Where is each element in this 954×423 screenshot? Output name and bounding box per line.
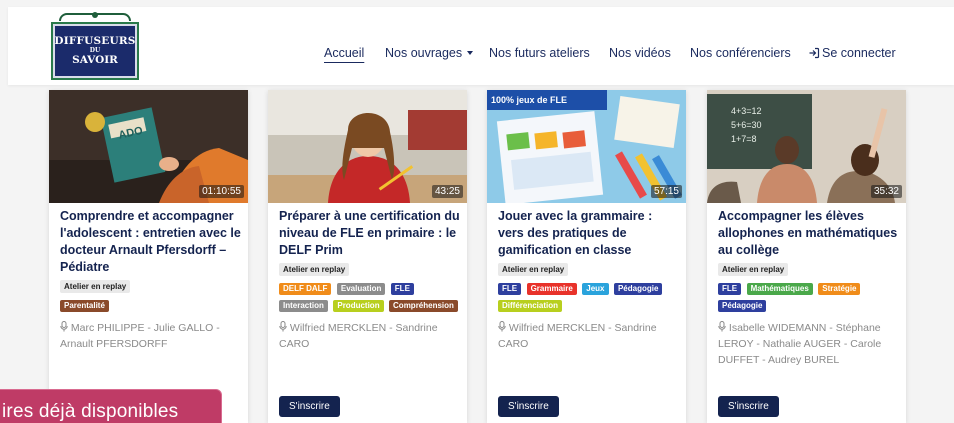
video-duration: 57:15: [650, 185, 682, 198]
nav-nos-videos[interactable]: Nos vidéos: [609, 46, 671, 60]
signup-button[interactable]: S'inscrire: [498, 396, 559, 417]
svg-text:100% jeux de FLE: 100% jeux de FLE: [491, 95, 567, 105]
replay-badge: Atelier en replay: [498, 263, 569, 276]
card-title[interactable]: Préparer à une certification du niveau d…: [279, 208, 461, 259]
workshop-card[interactable]: 4+3=12 5+6=30 1+7=8 35:32 Accompagner le…: [707, 90, 906, 423]
logo-line-3: SAVOIR: [72, 54, 118, 67]
logo-ornament: [59, 12, 131, 21]
svg-text:4+3=12: 4+3=12: [731, 106, 762, 116]
tag-pedagogie[interactable]: Pédagogie: [613, 283, 663, 295]
video-thumbnail[interactable]: 43:25: [268, 90, 467, 203]
tag-strategie[interactable]: Stratégie: [818, 283, 861, 295]
signup-button[interactable]: S'inscrire: [279, 396, 340, 417]
video-thumbnail[interactable]: 4+3=12 5+6=30 1+7=8 35:32: [707, 90, 906, 203]
logo-plate: DIFFUSEURS DU SAVOIR: [51, 22, 139, 80]
microphone-icon: [718, 321, 726, 332]
card-body: Comprendre et accompagner l'adolescent :…: [60, 208, 242, 352]
speakers: Wilfried MERCKLEN - Sandrine CARO: [498, 320, 680, 352]
logo-line-1: DIFFUSEURS: [54, 34, 136, 47]
video-thumbnail[interactable]: ADO 01:10:55: [49, 90, 248, 203]
card-title[interactable]: Comprendre et accompagner l'adolescent :…: [60, 208, 242, 276]
workshop-card[interactable]: 43:25 Préparer à une certification du ni…: [268, 90, 467, 423]
replay-badge: Atelier en replay: [279, 263, 350, 276]
speakers: Isabelle WIDEMANN - Stéphane LEROY - Nat…: [718, 320, 900, 368]
tag-fle[interactable]: FLE: [498, 283, 522, 295]
tag-production[interactable]: Production: [333, 300, 384, 312]
nav-se-connecter-label: Se connecter: [822, 46, 896, 60]
microphone-icon: [498, 321, 506, 332]
tag-delf-dalf[interactable]: DELF DALF: [279, 283, 332, 295]
tag-list: FLE Mathématiques Stratégie Pédagogie: [718, 280, 900, 314]
tag-fle[interactable]: FLE: [718, 283, 742, 295]
speaker-names: Wilfried MERCKLEN - Sandrine CARO: [279, 322, 438, 350]
nav-nos-futurs-ateliers[interactable]: Nos futurs ateliers: [489, 46, 590, 60]
nav-accueil-label: Accueil: [324, 46, 365, 60]
speakers: Wilfried MERCKLEN - Sandrine CARO: [279, 320, 461, 352]
tag-differenciation[interactable]: Différenciation: [498, 300, 563, 312]
tag-fle[interactable]: FLE: [390, 283, 414, 295]
banner-text: ires déjà disponibles: [2, 401, 179, 422]
svg-text:5+6=30: 5+6=30: [731, 120, 762, 130]
nav-nos-conferenciers[interactable]: Nos conférenciers: [690, 46, 791, 60]
tag-mathematiques[interactable]: Mathématiques: [746, 283, 813, 295]
site-header: DIFFUSEURS DU SAVOIR Accueil Nos ouvrage…: [8, 7, 954, 85]
nav-nos-ouvrages-label: Nos ouvrages: [385, 46, 463, 60]
nav-se-connecter[interactable]: Se connecter: [808, 46, 896, 60]
tag-list: Parentalité: [60, 297, 242, 314]
video-duration: 01:10:55: [199, 185, 244, 198]
diffuseurs-du-savoir-logo[interactable]: DIFFUSEURS DU SAVOIR: [51, 12, 139, 83]
workshop-card[interactable]: 100% jeux de FLE 57:15 Jouer avec la gra…: [487, 90, 686, 423]
nav-conferenciers-label: Nos conférenciers: [690, 46, 791, 60]
nav-accueil[interactable]: Accueil: [324, 46, 364, 60]
tag-list: DELF DALF Evaluation FLE Interaction Pro…: [279, 280, 461, 314]
speakers: Marc PHILIPPE - Julie GALLO - Arnault PF…: [60, 320, 242, 352]
card-body: Accompagner les élèves allophones en mat…: [718, 208, 900, 368]
nav-nos-ouvrages[interactable]: Nos ouvrages: [385, 46, 474, 60]
replay-badge: Atelier en replay: [718, 263, 789, 276]
signup-button[interactable]: S'inscrire: [718, 396, 779, 417]
speaker-names: Isabelle WIDEMANN - Stéphane LEROY - Nat…: [718, 322, 882, 366]
tag-parentalite[interactable]: Parentalité: [60, 300, 109, 312]
svg-text:1+7=8: 1+7=8: [731, 134, 757, 144]
chevron-down-icon: [467, 51, 474, 55]
tag-grammaire[interactable]: Grammaire: [526, 283, 577, 295]
tag-interaction[interactable]: Interaction: [279, 300, 328, 312]
speaker-names: Wilfried MERCKLEN - Sandrine CARO: [498, 322, 657, 350]
microphone-icon: [279, 321, 287, 332]
video-thumbnail[interactable]: 100% jeux de FLE 57:15: [487, 90, 686, 203]
tag-list: FLE Grammaire Jeux Pédagogie Différencia…: [498, 280, 680, 314]
tag-comprehension[interactable]: Compréhension: [389, 300, 458, 312]
login-icon: [809, 47, 820, 59]
tag-evaluation[interactable]: Evaluation: [336, 283, 386, 295]
video-duration: 35:32: [870, 185, 902, 198]
microphone-icon: [60, 321, 68, 332]
card-body: Jouer avec la grammaire : vers des prati…: [498, 208, 680, 352]
card-title[interactable]: Jouer avec la grammaire : vers des prati…: [498, 208, 680, 259]
tag-jeux[interactable]: Jeux: [582, 283, 609, 295]
card-body: Préparer à une certification du niveau d…: [279, 208, 461, 352]
video-duration: 43:25: [431, 185, 463, 198]
replay-badge: Atelier en replay: [60, 280, 131, 293]
nav-futurs-ateliers-label: Nos futurs ateliers: [489, 46, 590, 60]
nav-nos-videos-label: Nos vidéos: [609, 46, 671, 60]
speaker-names: Marc PHILIPPE - Julie GALLO - Arnault PF…: [60, 322, 220, 350]
tag-pedagogie[interactable]: Pédagogie: [718, 300, 767, 312]
card-title[interactable]: Accompagner les élèves allophones en mat…: [718, 208, 900, 259]
replays-available-banner[interactable]: ires déjà disponibles: [0, 389, 222, 423]
workshop-card[interactable]: ADO 01:10:55 Comprendre et accompagner l…: [49, 90, 248, 423]
